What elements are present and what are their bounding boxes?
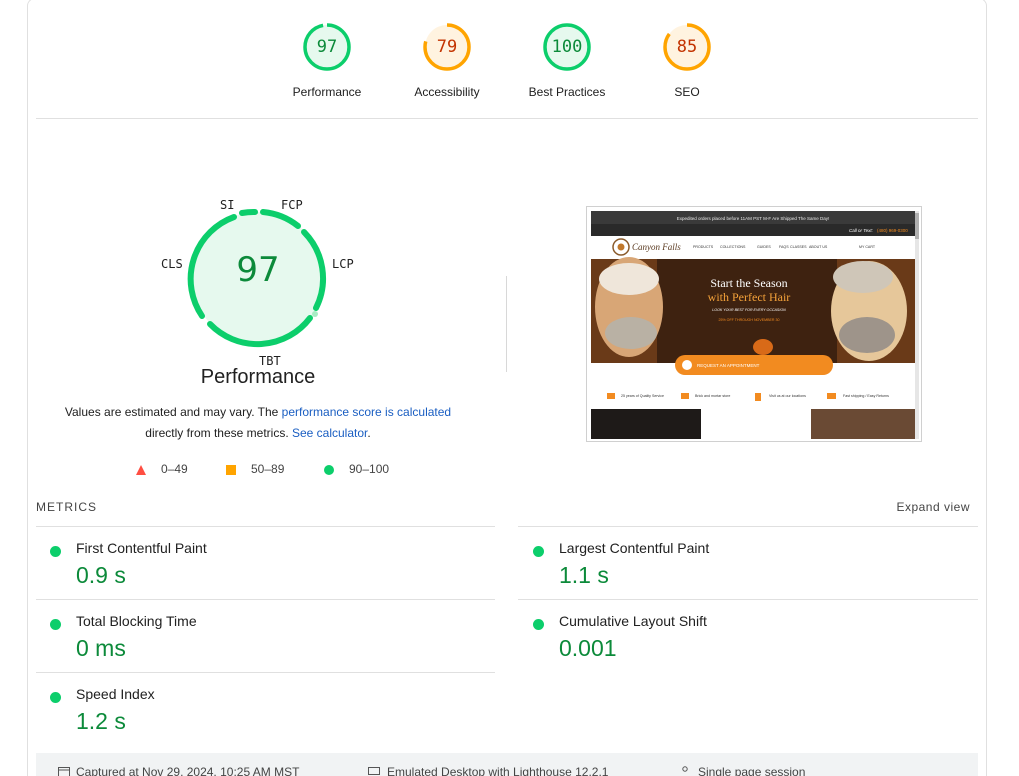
gauge-ring: 79 bbox=[422, 22, 472, 72]
metric-si: Speed Index 1.2 s bbox=[50, 686, 470, 746]
thumb-phone: (480) 969-0300 bbox=[877, 228, 908, 233]
desktop-icon bbox=[368, 767, 380, 775]
metric-name: First Contentful Paint bbox=[76, 540, 207, 556]
thumb-topbar-text: Expedited orders placed before 11AM PST … bbox=[677, 216, 830, 221]
gauge-tag-lcp: LCP bbox=[332, 257, 354, 271]
thumb-hero-line1: Start the Season bbox=[710, 276, 787, 290]
performance-description: Values are estimated and may vary. The p… bbox=[48, 402, 468, 443]
thumb-call-text: Call or Text: bbox=[849, 228, 874, 233]
emulated-device[interactable]: Emulated Desktop with Lighthouse 12.2.1 bbox=[387, 765, 608, 776]
thumb-hero-promo: 25% OFF THROUGH NOVEMBER 30 bbox=[718, 318, 779, 322]
svg-text:Fast shipping / Easy Returns: Fast shipping / Easy Returns bbox=[843, 394, 889, 398]
desc-text: Values are estimated and may vary. The bbox=[64, 405, 282, 419]
gauge-label: Accessibility bbox=[414, 85, 480, 99]
metric-value: 1.2 s bbox=[76, 708, 126, 734]
svg-text:ABOUT US: ABOUT US bbox=[809, 245, 828, 249]
metric-value: 0.9 s bbox=[76, 562, 126, 588]
gauge-tag-fcp: FCP bbox=[281, 198, 303, 212]
performance-score: 97 bbox=[236, 250, 280, 290]
pass-dot-icon bbox=[533, 619, 544, 630]
metric-name: Speed Index bbox=[76, 686, 155, 702]
circle-icon bbox=[324, 465, 334, 475]
metric-value: 0.001 bbox=[559, 635, 617, 661]
metric-value: 0 ms bbox=[76, 635, 126, 661]
metric-cls: Cumulative Layout Shift 0.001 bbox=[533, 613, 953, 673]
svg-text:MY CART: MY CART bbox=[859, 245, 876, 249]
gauge-score: 85 bbox=[676, 37, 698, 57]
svg-text:GUIDES: GUIDES bbox=[757, 245, 771, 249]
website-thumbnail-image: Expedited orders placed before 11AM PST … bbox=[587, 207, 921, 441]
desc-text: . bbox=[367, 425, 371, 440]
legend-range: 90–100 bbox=[349, 462, 390, 476]
svg-text:Visit us at our locations: Visit us at our locations bbox=[769, 394, 806, 398]
gauge-label: Best Practices bbox=[528, 85, 606, 99]
thumb-cta-text: REQUEST AN APPOINTMENT bbox=[697, 363, 760, 368]
desc-text: directly from these metrics. bbox=[145, 425, 292, 440]
performance-title: Performance bbox=[200, 366, 316, 388]
final-screenshot[interactable]: Expedited orders placed before 11AM PST … bbox=[586, 206, 922, 442]
pass-dot-icon bbox=[533, 546, 544, 557]
segment-si bbox=[239, 208, 258, 216]
metrics-heading: METRICS bbox=[36, 500, 97, 514]
metric-divider bbox=[518, 526, 978, 527]
header-divider bbox=[36, 118, 978, 119]
legend-range: 0–49 bbox=[161, 462, 188, 476]
vertical-divider bbox=[506, 276, 507, 372]
gauge-label: Performance bbox=[292, 85, 362, 99]
gauge-accessibility[interactable]: 79 Accessibility bbox=[387, 22, 507, 99]
gauge-label: SEO bbox=[674, 85, 700, 99]
performance-gauge: 97 bbox=[158, 190, 358, 390]
calendar-icon bbox=[58, 767, 70, 776]
gauge-ring: 85 bbox=[662, 22, 712, 72]
pass-dot-icon bbox=[50, 692, 61, 703]
svg-text:PRODUCTS: PRODUCTS bbox=[693, 245, 714, 249]
metric-name: Largest Contentful Paint bbox=[559, 540, 710, 556]
see-calculator-link[interactable]: See calculator bbox=[292, 426, 367, 440]
triangle-icon bbox=[136, 465, 146, 475]
svg-text:FAQS: FAQS bbox=[779, 245, 789, 249]
gauge-tag-si: SI bbox=[220, 198, 235, 212]
metric-tbt: Total Blocking Time 0 ms bbox=[50, 613, 470, 673]
gauge-ring: 97 bbox=[302, 22, 352, 72]
metric-value: 1.1 s bbox=[559, 562, 609, 588]
runtime-settings: Captured at Nov 29, 2024, 10:25 AM MST E… bbox=[36, 753, 978, 776]
metric-fcp: First Contentful Paint 0.9 s bbox=[50, 540, 470, 600]
gauge-score: 97 bbox=[316, 37, 338, 57]
pass-dot-icon bbox=[50, 546, 61, 557]
svg-text:COLLECTIONS: COLLECTIONS bbox=[720, 245, 746, 249]
metric-lcp: Largest Contentful Paint 1.1 s bbox=[533, 540, 953, 600]
gauge-score: 79 bbox=[436, 37, 458, 57]
session-type: Single page session bbox=[698, 765, 806, 776]
square-icon bbox=[226, 465, 236, 475]
svg-text:Brick and mortar store: Brick and mortar store bbox=[695, 394, 730, 398]
gauge-end-marker bbox=[312, 311, 318, 317]
score-calculated-link[interactable]: performance score is calculated bbox=[282, 405, 451, 419]
metric-name: Cumulative Layout Shift bbox=[559, 613, 707, 629]
category-gauges: 97 Performance 79 Accessibility 100 Best… bbox=[0, 0, 1019, 118]
gauge-performance[interactable]: 97 Performance bbox=[267, 22, 387, 99]
expand-view-button[interactable]: Expand view bbox=[896, 500, 970, 514]
metric-name: Total Blocking Time bbox=[76, 613, 197, 629]
performance-gauge-ring-icon bbox=[187, 208, 327, 348]
pass-dot-icon bbox=[50, 619, 61, 630]
thumb-hero-sub: LOOK YOUR BEST FOR EVERY OCCASION bbox=[712, 308, 786, 312]
gauge-best-practices[interactable]: 100 Best Practices bbox=[507, 22, 627, 99]
thumb-hero-line2: with Perfect Hair bbox=[708, 290, 791, 304]
captured-at: Captured at Nov 29, 2024, 10:25 AM MST bbox=[76, 765, 300, 776]
thumb-brand: Canyon Falls bbox=[632, 242, 681, 252]
metric-divider bbox=[36, 526, 495, 527]
thumb-scrollbar bbox=[915, 211, 919, 439]
svg-text:CLASSES: CLASSES bbox=[790, 245, 807, 249]
gauge-score: 100 bbox=[551, 37, 583, 57]
svg-text:25 years of Quality Service: 25 years of Quality Service bbox=[621, 394, 664, 398]
person-icon bbox=[682, 766, 688, 772]
legend-range: 50–89 bbox=[251, 462, 285, 476]
gauge-ring: 100 bbox=[542, 22, 592, 72]
gauge-tag-cls: CLS bbox=[161, 257, 183, 271]
gauge-seo[interactable]: 85 SEO bbox=[627, 22, 747, 99]
